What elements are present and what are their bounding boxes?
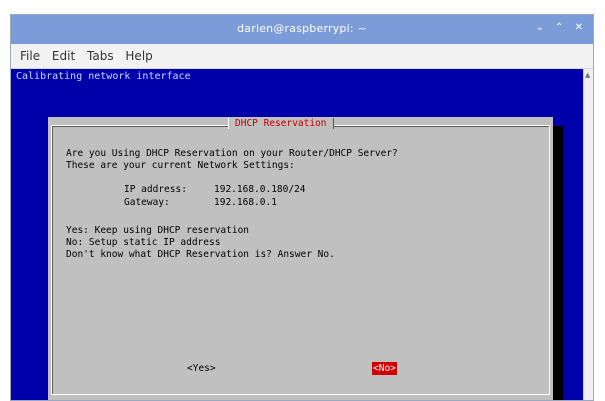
yes-button[interactable]: <Yes> — [187, 363, 216, 374]
ip-address-value: 192.168.0.180/24 — [214, 184, 306, 195]
window-title: darien@raspberrypi: ~ — [237, 22, 367, 35]
terminal-area[interactable]: Calibrating network interface DHCP Reser… — [11, 69, 593, 400]
terminal-status-line: Calibrating network interface — [16, 71, 191, 82]
question-line-1: Are you Using DHCP Reservation on your R… — [66, 148, 398, 159]
dhcp-reservation-dialog: DHCP Reservation Are you Using DHCP Rese… — [48, 117, 553, 400]
menu-file[interactable]: File — [20, 49, 40, 63]
scroll-up-icon[interactable]: ▲ — [585, 71, 590, 79]
yes-help-text: Yes: Keep using DHCP reservation — [66, 225, 250, 236]
gateway-label: Gateway: — [124, 197, 170, 208]
menu-tabs[interactable]: Tabs — [87, 49, 114, 63]
menu-help[interactable]: Help — [125, 49, 152, 63]
ip-address-label: IP address: — [124, 184, 187, 195]
maximize-icon[interactable]: ⌃ — [555, 22, 563, 33]
scrollbar[interactable]: ▲ — [583, 69, 593, 400]
window-controls: ⌄ ⌃ ✕ — [527, 22, 583, 33]
minimize-icon[interactable]: ⌄ — [535, 22, 543, 33]
no-button[interactable]: <No> — [372, 362, 397, 375]
question-line-2: These are your current Network Settings: — [66, 160, 295, 171]
menu-edit[interactable]: Edit — [52, 49, 75, 63]
menu-bar: File Edit Tabs Help — [11, 44, 593, 69]
no-help-text: No: Setup static IP address — [66, 237, 221, 248]
dont-know-text: Don't know what DHCP Reservation is? Ans… — [66, 249, 335, 260]
gateway-value: 192.168.0.1 — [214, 197, 277, 208]
close-icon[interactable]: ✕ — [575, 22, 583, 33]
title-bar[interactable]: darien@raspberrypi: ~ ⌄ ⌃ ✕ — [11, 15, 593, 44]
terminal-window: darien@raspberrypi: ~ ⌄ ⌃ ✕ File Edit Ta… — [10, 14, 594, 401]
dialog-title: DHCP Reservation — [228, 118, 334, 129]
